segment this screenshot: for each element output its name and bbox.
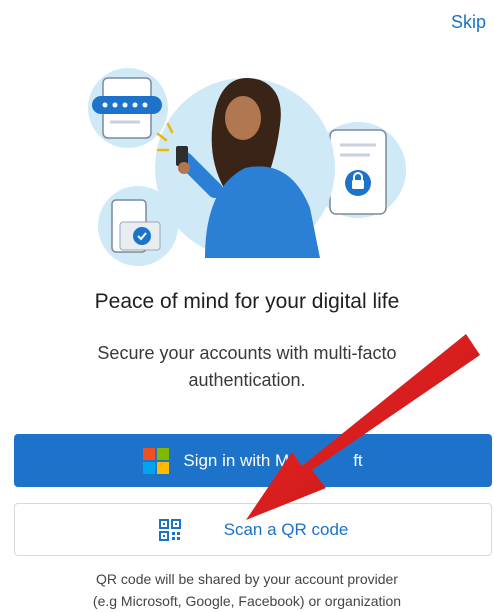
scan-qr-button[interactable]: Scan a QR code [14, 503, 492, 556]
footnote-line-2: (e.g Microsoft, Google, Facebook) or org… [92, 593, 402, 609]
scan-qr-label: Scan a QR code [223, 519, 349, 539]
qr-footnote: QR code will be shared by your account p… [0, 568, 494, 612]
microsoft-logo-icon [143, 447, 170, 474]
qr-code-icon [158, 518, 181, 541]
password-bubble-illustration [88, 68, 168, 148]
footnote-line-1: QR code will be shared by your account p… [96, 571, 398, 587]
subtitle-line-2: authentication. [188, 370, 306, 390]
sign-in-label: Sign in with M [183, 450, 290, 470]
subtitle: Secure your accounts with multi-facto au… [20, 340, 474, 394]
sign-in-microsoft-button[interactable]: Sign in with M ft [14, 434, 492, 487]
subtitle-line-1: Secure your accounts with multi-facto [97, 343, 397, 363]
sign-in-label-tail: ft [353, 450, 363, 470]
page-title: Peace of mind for your digital life [94, 290, 400, 313]
person-illustration [155, 78, 335, 258]
hero-illustration [88, 68, 406, 266]
